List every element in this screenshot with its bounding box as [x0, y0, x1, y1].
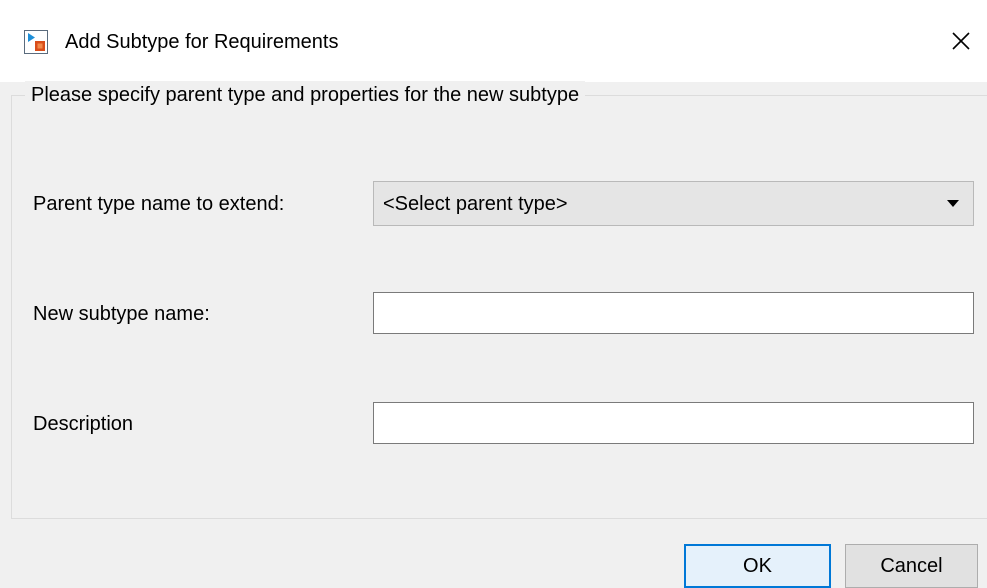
parent-type-dropdown[interactable]: <Select parent type>	[373, 181, 974, 226]
ok-button[interactable]: OK	[684, 544, 831, 588]
description-input[interactable]	[373, 402, 974, 444]
add-subtype-dialog: Add Subtype for Requirements Please spec…	[0, 0, 987, 588]
subtype-name-input[interactable]	[373, 292, 974, 334]
title-bar[interactable]: Add Subtype for Requirements	[0, 0, 987, 82]
requirements-app-icon	[24, 30, 48, 54]
cancel-button[interactable]: Cancel	[845, 544, 978, 588]
close-button[interactable]	[942, 24, 980, 62]
description-label: Description	[33, 413, 134, 435]
parent-type-label: Parent type name to extend:	[33, 193, 285, 215]
window-title: Add Subtype for Requirements	[65, 31, 339, 53]
subtype-name-label: New subtype name:	[33, 303, 210, 325]
close-icon	[951, 31, 971, 56]
dropdown-arrow-icon	[947, 200, 959, 207]
parent-type-selected-value: <Select parent type>	[383, 193, 568, 215]
group-legend: Please specify parent type and propertie…	[25, 81, 586, 109]
